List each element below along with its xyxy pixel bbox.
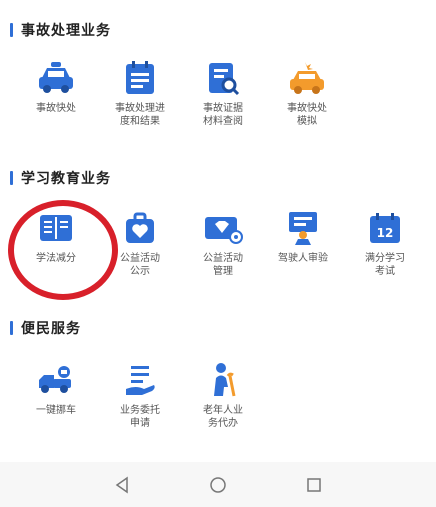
search-doc-icon [201,58,245,98]
accident-progress-result-item[interactable]: 事故处理进 度和结果 [100,58,180,128]
back-icon[interactable] [109,472,135,498]
item-label: 一键挪车 [36,405,76,416]
item-label: 事故证据 材料查阅 [203,103,243,127]
section-title: 事故处理业务 [21,23,111,39]
calendar-doc-icon [118,58,162,98]
item-label: 业务委托 申请 [120,405,160,429]
item-label: 事故快处 模拟 [287,103,327,127]
one-click-move-car-item[interactable]: 一键挪车 [16,360,96,417]
board-person-icon [281,208,325,248]
item-label: 事故快处 [36,103,76,114]
elderly-icon [201,360,245,400]
diamond-card-icon [201,208,245,248]
calendar-12-icon: 12 [363,208,407,248]
item-label: 公益活动 公示 [120,253,160,277]
item-label: 老年人业 务代办 [203,405,243,429]
section-marker [10,321,13,335]
full-score-study-exam-item[interactable]: 12 满分学习 考试 [345,208,425,278]
business-entrust-apply-item[interactable]: 业务委托 申请 [100,360,180,430]
book-icon [34,208,78,248]
tow-truck-icon [34,360,78,400]
accident-evidence-lookup-item[interactable]: 事故证据 材料查阅 [183,58,263,128]
item-label: 满分学习 考试 [365,253,405,277]
car-crash-icon [285,58,329,98]
section-marker [10,23,13,37]
item-label: 事故处理进 度和结果 [115,103,165,127]
section-header-convenience: 便民服务 [10,318,81,338]
svg-text:12: 12 [377,226,394,240]
section-title: 学习教育业务 [21,171,111,187]
heart-bag-icon [118,208,162,248]
item-label: 学法减分 [36,253,76,264]
elderly-proxy-service-item[interactable]: 老年人业 务代办 [183,360,263,430]
public-welfare-publicity-item[interactable]: 公益活动 公示 [100,208,180,278]
section-title: 便民服务 [21,321,81,337]
police-car-icon [34,58,78,98]
driver-review-item[interactable]: 驾驶人审验 [263,208,343,265]
section-marker [10,171,13,185]
study-law-reduce-points-item[interactable]: 学法减分 [16,208,96,265]
section-header-accident: 事故处理业务 [10,20,111,40]
item-label: 驾驶人审验 [278,253,328,264]
home-icon[interactable] [205,472,231,498]
public-welfare-management-item[interactable]: 公益活动 管理 [183,208,263,278]
system-navigation-bar [0,462,436,507]
recents-icon[interactable] [301,472,327,498]
section-header-education: 学习教育业务 [10,168,111,188]
item-label: 公益活动 管理 [203,253,243,277]
accident-quick-handle-item[interactable]: 事故快处 [16,58,96,115]
hand-list-icon [118,360,162,400]
accident-simulation-item[interactable]: 事故快处 模拟 [267,58,347,128]
